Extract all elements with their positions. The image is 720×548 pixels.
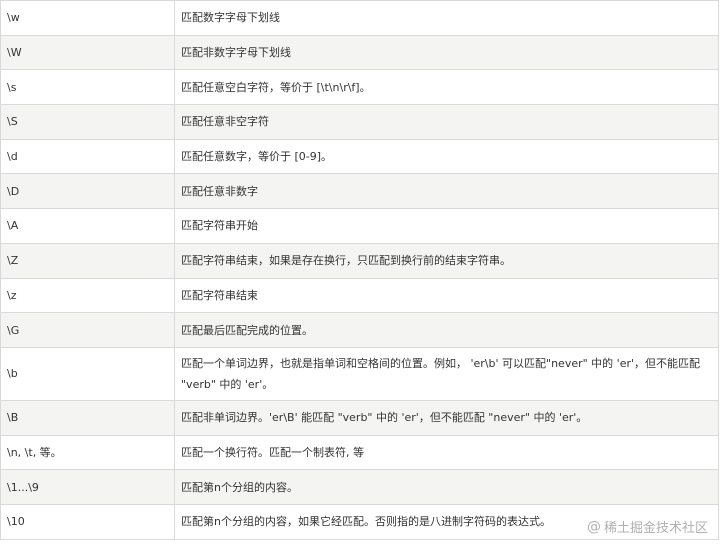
table-row: \S 匹配任意非空字符 [0,104,719,140]
pattern-cell: \S [0,104,175,140]
description-cell: 匹配第n个分组的内容。 [174,469,719,505]
pattern-cell: \B [0,399,175,436]
description-cell: 匹配一个换行符。匹配一个制表符, 等 [174,434,719,471]
pattern-cell: \D [0,173,175,210]
pattern-cell: \A [0,208,175,244]
description-cell: 匹配一个单词边界，也就是指单词和空格间的位置。例如， 'er\b' 可以匹配"n… [174,346,719,401]
pattern-cell: \d [0,138,175,175]
description-cell: 匹配字符串结束 [174,277,719,314]
description-cell: 匹配数字字母下划线 [174,0,719,36]
description-cell: 匹配任意非数字 [174,173,719,210]
at-sign-icon: @ [586,518,601,535]
table-row: \D 匹配任意非数字 [0,173,719,210]
pattern-cell: \G [0,312,175,348]
table-row: \A 匹配字符串开始 [0,208,719,244]
pattern-cell: \n, \t, 等。 [0,434,175,471]
description-cell: 匹配最后匹配完成的位置。 [174,312,719,348]
description-cell: 匹配任意非空字符 [174,104,719,140]
table-row: \d 匹配任意数字，等价于 [0-9]。 [0,138,719,175]
pattern-cell: \z [0,277,175,314]
table-row: \Z 匹配字符串结束，如果是存在换行，只匹配到换行前的结束字符串。 [0,242,719,279]
description-cell: 匹配非数字字母下划线 [174,34,719,71]
table-row: \w 匹配数字字母下划线 [0,0,719,36]
pattern-cell: \W [0,34,175,71]
watermark-text: 稀土掘金技术社区 [603,521,708,536]
description-cell: 匹配任意数字，等价于 [0-9]。 [174,138,719,175]
table-row: \W 匹配非数字字母下划线 [0,34,719,71]
description-cell: 匹配任意空白字符，等价于 [\t\n\r\f]。 [174,69,719,106]
pattern-cell: \Z [0,242,175,279]
description-cell: 匹配字符串开始 [174,208,719,244]
table-row: \n, \t, 等。 匹配一个换行符。匹配一个制表符, 等 [0,434,719,471]
pattern-cell: \1...\9 [0,469,175,505]
pattern-cell: \10 [0,503,175,540]
pattern-cell: \w [0,0,175,36]
regex-reference-table: \w 匹配数字字母下划线 \W 匹配非数字字母下划线 \s 匹配任意空白字符，等… [0,0,719,540]
table-row: \b 匹配一个单词边界，也就是指单词和空格间的位置。例如， 'er\b' 可以匹… [0,346,719,401]
description-cell: 匹配非单词边界。'er\B' 能匹配 "verb" 中的 'er'，但不能匹配 … [174,399,719,436]
table-row: \B 匹配非单词边界。'er\B' 能匹配 "verb" 中的 'er'，但不能… [0,399,719,436]
table-row: \1...\9 匹配第n个分组的内容。 [0,469,719,505]
pattern-cell: \b [0,346,175,401]
watermark: @ 稀土掘金技术社区 [586,517,708,537]
table-row: \s 匹配任意空白字符，等价于 [\t\n\r\f]。 [0,69,719,106]
pattern-cell: \s [0,69,175,106]
description-cell: 匹配字符串结束，如果是存在换行，只匹配到换行前的结束字符串。 [174,242,719,279]
table-row: \z 匹配字符串结束 [0,277,719,314]
table-row: \G 匹配最后匹配完成的位置。 [0,312,719,348]
